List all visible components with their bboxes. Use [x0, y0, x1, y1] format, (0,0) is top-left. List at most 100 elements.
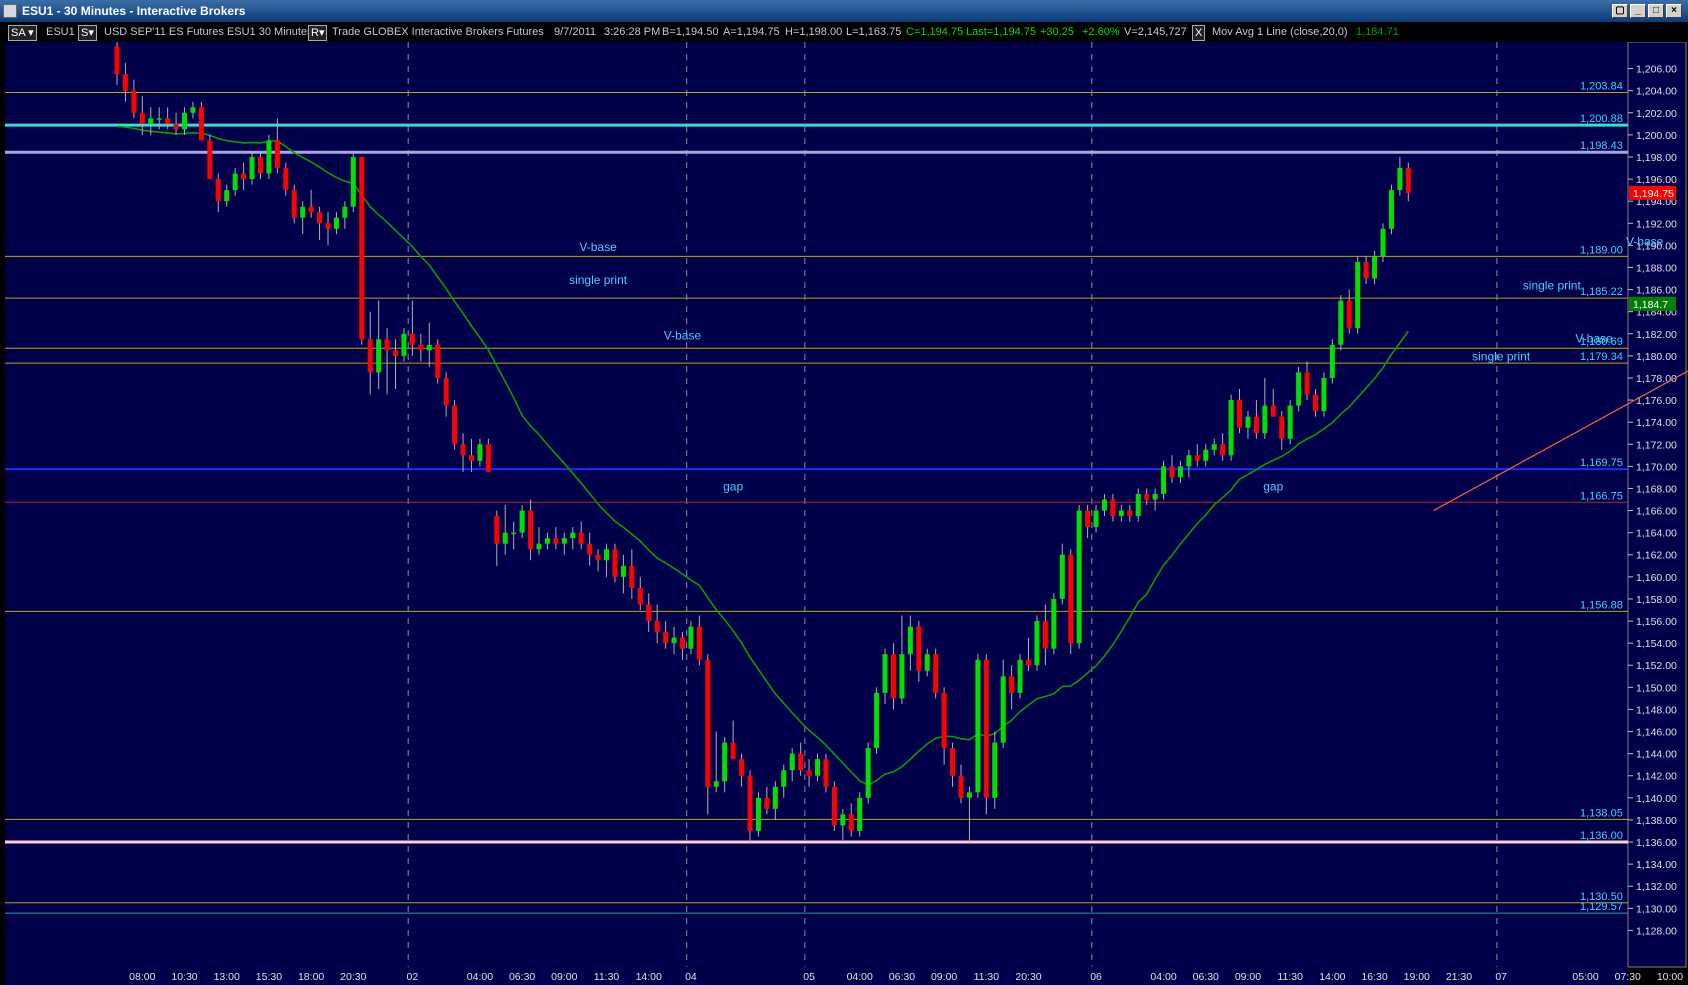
x-close-study-button[interactable]: X: [1192, 25, 1206, 41]
candle-down: [1169, 466, 1175, 478]
candle-down: [983, 659, 989, 798]
candle-up: [333, 217, 339, 229]
time-label: 3:26:28 PM: [604, 26, 661, 38]
candle-up: [1203, 449, 1209, 461]
candle-down: [663, 632, 669, 644]
candle-down: [1346, 300, 1352, 329]
change-pct-label: +2.60%: [1082, 26, 1120, 38]
candle-down: [1127, 510, 1133, 517]
x-tick-label: 07: [1495, 971, 1507, 983]
restore-icon[interactable]: ▢: [1612, 4, 1628, 18]
x-tick-label: 10:00: [1657, 971, 1683, 983]
candle-down: [637, 587, 643, 605]
candle-up: [266, 140, 272, 174]
y-tick-label: 1,148.00: [1636, 704, 1677, 716]
contract-label: USD SEP'11 ES Futures ESU1 30 Minutes: [104, 26, 313, 38]
candle-up: [536, 543, 542, 550]
y-tick-label: 1,198.00: [1636, 152, 1677, 164]
candle-down: [764, 797, 770, 809]
y-tick-label: 1,164.00: [1636, 528, 1677, 540]
window-titlebar: ESU1 - 30 Minutes - Interactive Brokers …: [0, 0, 1688, 22]
minimize-button[interactable]: _: [1630, 4, 1646, 18]
x-tick-label: 11:30: [974, 971, 1000, 983]
candle-down: [122, 74, 128, 91]
low-label: L=1,163.75: [846, 26, 902, 38]
candle-down: [198, 107, 204, 141]
candle-down: [165, 118, 171, 124]
candle-up: [1059, 554, 1065, 599]
candle-down: [679, 637, 685, 649]
candle-down: [1144, 493, 1150, 500]
x-tick-label: 16:30: [1361, 971, 1387, 983]
candle-down: [485, 444, 491, 472]
x-tick-label: 07:30: [1615, 971, 1641, 983]
annotation-label: single print: [1472, 349, 1531, 363]
maximize-button[interactable]: □: [1648, 4, 1664, 18]
candle-up: [300, 206, 306, 218]
y-tick-label: 1,170.00: [1636, 461, 1677, 473]
candle-up: [857, 797, 863, 831]
candle-up: [570, 532, 576, 539]
y-tick-label: 1,128.00: [1636, 925, 1677, 937]
candle-down: [241, 173, 247, 180]
candle-down: [798, 753, 804, 771]
y-tick-label: 1,188.00: [1636, 262, 1677, 274]
x-tick-label: 14:00: [1319, 971, 1345, 983]
candle-down: [587, 543, 593, 555]
candle-up: [511, 532, 517, 535]
level-label: 1,136.00: [1580, 830, 1623, 842]
candle-up: [1245, 416, 1251, 428]
last-label: Last=1,194.75: [966, 26, 1037, 38]
candle-up: [722, 742, 728, 782]
candle-down: [1363, 261, 1369, 279]
close-button[interactable]: ×: [1666, 4, 1682, 18]
candle-up: [561, 538, 567, 544]
candle-down: [452, 405, 458, 445]
candle-down: [747, 775, 753, 831]
level-label: 1,156.88: [1580, 599, 1623, 611]
candle-down: [1220, 444, 1226, 456]
level-label: 1,200.88: [1580, 113, 1623, 125]
ask-label: A=1,194.75: [723, 26, 780, 38]
y-tick-label: 1,158.00: [1636, 594, 1677, 606]
candle-down: [696, 626, 702, 660]
y-tick-label: 1,186.00: [1636, 285, 1677, 297]
sa-dropdown[interactable]: SA ▾: [8, 25, 37, 41]
candle-up: [772, 786, 778, 809]
window-title: ESU1 - 30 Minutes - Interactive Brokers: [22, 4, 246, 18]
s-dropdown[interactable]: S▾: [78, 25, 97, 41]
plot-area: [5, 42, 1628, 967]
y-tick-label: 1,206.00: [1636, 64, 1677, 76]
candle-up: [224, 190, 230, 202]
candle-down: [1405, 168, 1411, 193]
y-tick-label: 1,204.00: [1636, 86, 1677, 98]
y-tick-label: 1,168.00: [1636, 483, 1677, 495]
candle-up: [1161, 466, 1167, 494]
annotation-label: gap: [723, 480, 743, 494]
y-tick-label: 1,134.00: [1636, 859, 1677, 871]
x-tick-label: 20:30: [1015, 971, 1041, 983]
level-label: 1,185.22: [1580, 286, 1623, 298]
candle-up: [1388, 190, 1394, 229]
candle-down: [409, 333, 415, 345]
y-tick-label: 1,132.00: [1636, 881, 1677, 893]
candle-down: [283, 168, 289, 191]
candle-down: [1270, 405, 1276, 417]
candle-up: [519, 510, 525, 533]
candle-down: [1237, 400, 1243, 428]
x-tick-label: 15:30: [256, 971, 282, 983]
price-chart[interactable]: 1,203.84 1,200.88 1,198.43 1,189.00 1,185.22…: [0, 42, 1688, 985]
app-icon: [3, 4, 17, 18]
r-dropdown[interactable]: R▾: [308, 25, 328, 41]
annotation-label: V-base: [1575, 332, 1613, 346]
x-tick-label: 11:30: [594, 971, 620, 983]
candle-up: [899, 654, 905, 699]
candle-up: [1076, 510, 1082, 644]
y-tick-label: 1,146.00: [1636, 727, 1677, 739]
candle-up: [882, 654, 888, 693]
s-label: S: [81, 27, 89, 39]
candle-down: [308, 206, 314, 213]
candle-up: [249, 156, 255, 180]
candle-down: [739, 759, 745, 776]
x-tick-label: 08:00: [129, 971, 155, 983]
